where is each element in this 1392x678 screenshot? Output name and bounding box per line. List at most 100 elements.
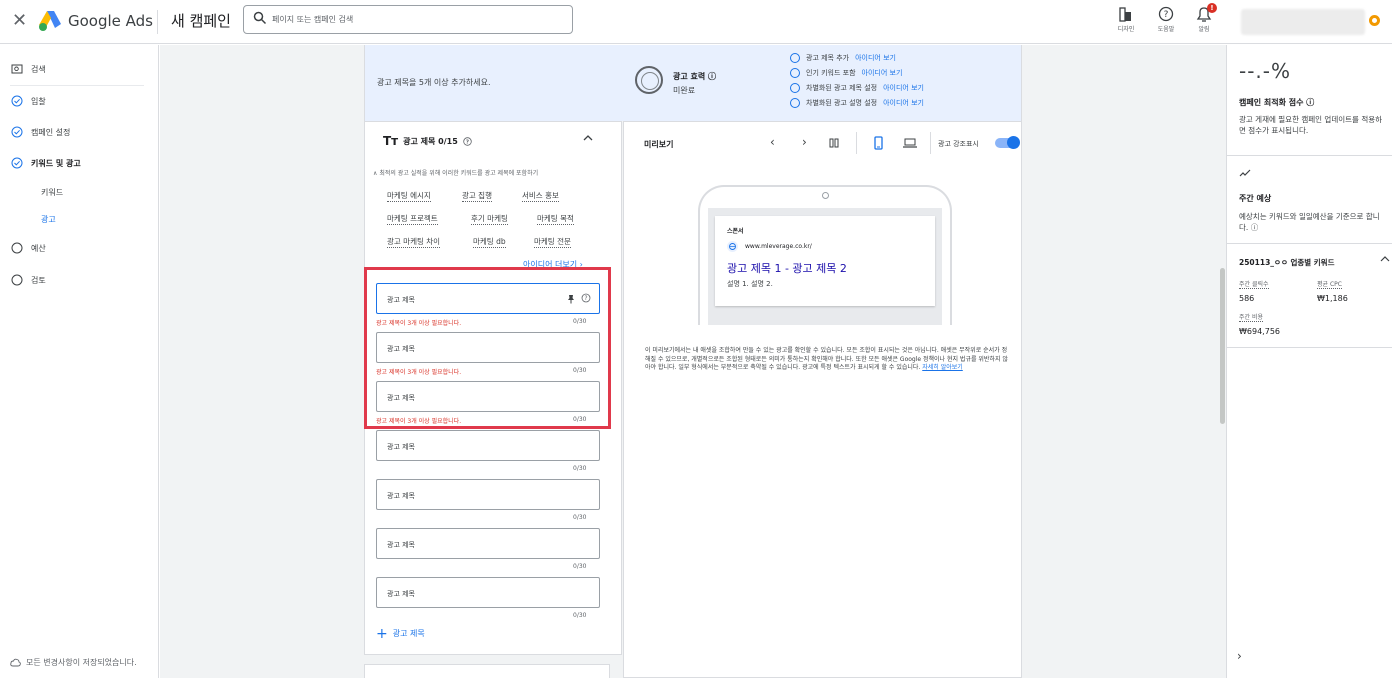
nav-label-keywords-ads: 키워드 및 광고 <box>31 158 81 168</box>
chevron-up-icon[interactable] <box>582 132 594 144</box>
headlines-title: 광고 제목 0/15 <box>403 136 458 146</box>
top-bar: ✕ Google Ads 새 캠페인 페이지 또는 캠페인 검색 디자인 ? 도… <box>0 0 1392 44</box>
headline-input[interactable]: 광고 제목 <box>376 528 600 559</box>
search-input[interactable]: 페이지 또는 캠페인 검색 <box>243 5 573 34</box>
keyword-chip[interactable]: 후기 마케팅 <box>471 213 508 225</box>
keyword-hint-text: 최적의 광고 실적을 위해 이러한 키워드를 광고 제목에 포함하기 <box>379 170 539 177</box>
nav-label-campaign-settings: 캠페인 설정 <box>31 127 71 137</box>
ad-headline[interactable]: 광고 제목 1 - 광고 제목 2 <box>727 260 847 276</box>
plus-icon: + <box>376 625 388 642</box>
headline-input[interactable]: 광고 제목 ? <box>376 283 600 314</box>
headline-input[interactable]: 광고 제목 <box>376 381 600 412</box>
keyword-chip[interactable]: 마케팅 전문 <box>534 236 571 248</box>
headline-error: 광고 제목이 3개 이상 필요합니다. <box>376 320 462 327</box>
search-campaign-icon <box>11 64 23 74</box>
keyword-chip[interactable]: 서비스 홍보 <box>522 190 559 202</box>
nav-separator <box>10 85 144 86</box>
close-icon[interactable]: ✕ <box>12 10 27 31</box>
ad-strength-banner: 광고 제목을 5개 이상 추가하세요. 광고 효력 ⓘ 미완료 광고 제목 추가… <box>364 45 1022 121</box>
add-headline-button[interactable]: + 광고 제목 <box>376 625 425 642</box>
highlight-toggle[interactable] <box>995 136 1020 149</box>
nav-sub-ads[interactable]: 광고 <box>41 214 56 225</box>
circle-icon <box>790 52 800 63</box>
main-scrollbar[interactable] <box>1220 268 1225 424</box>
toggle-knob <box>1007 136 1020 149</box>
more-ideas-link[interactable]: 아이디어 더보기 › <box>523 259 583 270</box>
nav-item-keywords-ads[interactable]: 키워드 및 광고 <box>11 155 81 171</box>
keyword-group-name: 250113_ㅇㅇ 업종별 키워드 <box>1239 258 1335 267</box>
account-avatar[interactable] <box>1369 15 1380 26</box>
ad-strength-title: 광고 효력 ⓘ <box>673 72 717 81</box>
checklist-item: 차별화된 광고 설명 설정 아이디어 보기 <box>790 95 924 110</box>
nav-item-bidding[interactable]: 입찰 <box>11 93 46 109</box>
keyword-chip[interactable]: 광고 집행 <box>462 190 492 202</box>
keyword-hint[interactable]: ∧ 최적의 광고 실적을 위해 이러한 키워드를 광고 제목에 포함하기 <box>373 168 538 177</box>
checklist-item: 인기 키워드 포함 아이디어 보기 <box>790 65 924 80</box>
headline-placeholder: 광고 제목 <box>387 492 415 500</box>
brand-name: Google Ads <box>68 12 153 30</box>
forecast-desc: 예상치는 키워드와 일일예산을 기준으로 합니다. ⓘ <box>1239 212 1380 232</box>
keyword-chip[interactable]: 마케팅 프로젝트 <box>387 213 438 225</box>
ad-sponsor-label: 스폰서 <box>727 228 744 235</box>
stat-value-clicks: 586 <box>1239 294 1255 303</box>
circle-icon <box>790 97 800 108</box>
nav-item-search[interactable]: 검색 <box>11 61 46 77</box>
help-icon[interactable]: ? <box>463 136 472 146</box>
svg-text:?: ? <box>584 295 587 302</box>
right-panel: --.-% 캠페인 최적화 점수 ⓘ 광고 게재에 필요한 캠페인 업데이트를 … <box>1226 45 1392 678</box>
keyword-chip[interactable]: 광고 마케팅 차이 <box>387 236 441 248</box>
preview-title: 미리보기 <box>644 140 674 149</box>
desktop-icon[interactable] <box>903 138 917 148</box>
help-button[interactable]: ? 도움말 <box>1146 2 1186 33</box>
help-icon[interactable]: ⓘ <box>1306 98 1314 107</box>
headline-placeholder: 광고 제목 <box>387 541 415 549</box>
keyword-chip[interactable]: 마케팅 db <box>473 236 506 248</box>
help-icon[interactable]: ? <box>581 293 591 303</box>
headline-counter: 0/30 <box>573 318 587 325</box>
checklist-item: 광고 제목 추가 아이디어 보기 <box>790 50 924 65</box>
view-ideas-link[interactable]: 아이디어 보기 <box>883 83 924 93</box>
pin-icon[interactable] <box>567 294 575 304</box>
headline-placeholder: 광고 제목 <box>387 345 415 353</box>
notifications-button[interactable]: ! 알림 <box>1184 2 1224 33</box>
preview-panel: 미리보기 ‹ › 광고 강조표시 스폰서 www.mleverage.co.kr… <box>623 121 1022 678</box>
nav-item-budget[interactable]: 예산 <box>11 240 46 256</box>
mobile-icon[interactable] <box>874 136 883 150</box>
headline-error: 광고 제목이 3개 이상 필요합니다. <box>376 369 462 376</box>
headline-counter: 0/30 <box>573 465 587 472</box>
appearance-button[interactable]: 디자인 <box>1106 2 1146 33</box>
panel-divider <box>1227 155 1392 156</box>
columns-icon[interactable] <box>829 138 839 148</box>
notification-badge: ! <box>1207 3 1217 13</box>
headline-placeholder: 광고 제목 <box>387 443 415 451</box>
stat-label-cost: 주간 비용 <box>1239 314 1263 322</box>
view-ideas-link[interactable]: 아이디어 보기 <box>855 53 896 63</box>
help-icon[interactable]: ⓘ <box>1251 223 1259 232</box>
chevron-up-icon[interactable] <box>1379 253 1391 265</box>
headline-placeholder: 광고 제목 <box>387 590 415 598</box>
help-label: 도움말 <box>1157 26 1175 33</box>
nav-item-campaign-settings[interactable]: 캠페인 설정 <box>11 124 70 140</box>
headline-input[interactable]: 광고 제목 <box>376 479 600 510</box>
stat-label-cpc: 평균 CPC <box>1317 281 1342 289</box>
chevron-left-icon[interactable]: ‹ <box>770 135 775 149</box>
view-ideas-link[interactable]: 아이디어 보기 <box>862 68 903 78</box>
nav-item-review[interactable]: 검토 <box>11 272 46 288</box>
keyword-chip[interactable]: 마케팅 에시지 <box>387 190 431 202</box>
chevron-right-icon[interactable]: › <box>1237 649 1242 663</box>
headline-input[interactable]: 광고 제목 <box>376 430 600 461</box>
phone-frame: 스폰서 www.mleverage.co.kr/ 광고 제목 1 - 광고 제목… <box>698 185 952 325</box>
view-ideas-link[interactable]: 아이디어 보기 <box>883 98 924 108</box>
help-icon[interactable]: ⓘ <box>708 72 716 81</box>
keyword-chip[interactable]: 마케팅 목적 <box>537 213 574 225</box>
account-info[interactable] <box>1241 9 1365 35</box>
toolbar-divider <box>930 132 931 154</box>
learn-more-link[interactable]: 자세히 알아보기 <box>922 364 963 371</box>
trending-icon <box>1239 169 1251 177</box>
headline-input[interactable]: 광고 제목 <box>376 577 600 608</box>
chevron-right-icon[interactable]: › <box>802 135 807 149</box>
chevron-up-icon: ∧ <box>373 170 378 177</box>
panel-divider <box>1227 243 1392 244</box>
headline-input[interactable]: 광고 제목 <box>376 332 600 363</box>
nav-sub-keywords[interactable]: 키워드 <box>41 187 63 198</box>
